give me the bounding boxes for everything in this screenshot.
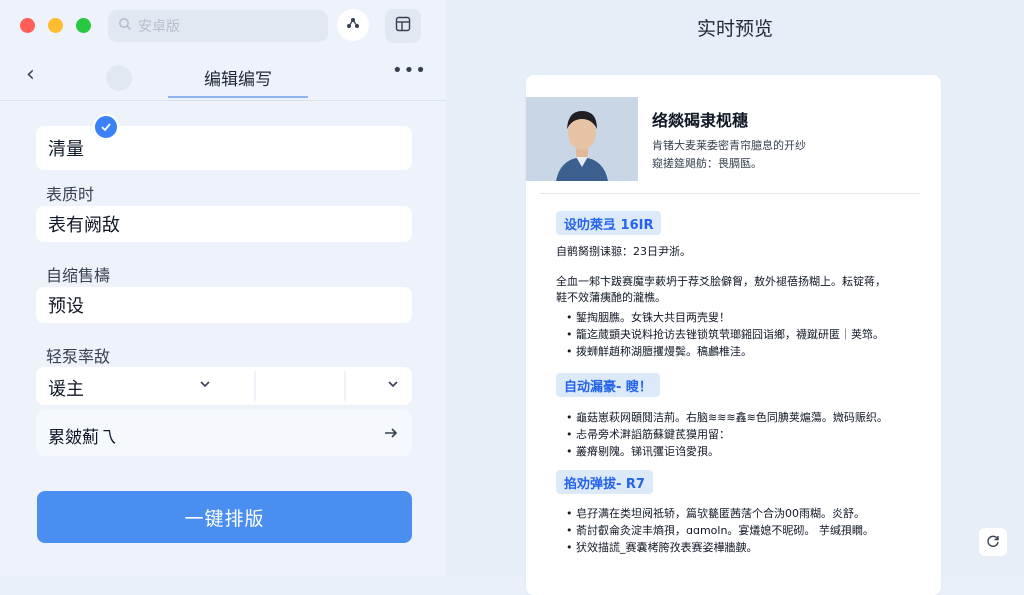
profile-photo: [526, 97, 638, 181]
section-heading: 掐劝弹拔- R7: [556, 470, 653, 494]
field-3-value: 预设: [48, 296, 84, 317]
chevron-down-icon[interactable]: [386, 376, 400, 395]
search-input[interactable]: 安卓版: [108, 10, 328, 42]
resume-subtitle: 肯锗大麦莱委密青帘臆息的开纱: [652, 139, 806, 152]
avatar: [106, 65, 132, 91]
group-label: 轻泵率敌: [46, 347, 111, 366]
editor-title[interactable]: 编辑编写: [170, 65, 306, 90]
field-1-value: 清量: [48, 139, 84, 160]
tab-underline: [168, 96, 308, 98]
bullet-item: • 忐帚旁术溿謟筋蘇鍵茋獏用留：: [566, 428, 730, 441]
layout-button[interactable]: [385, 9, 421, 43]
select-value: 谖主: [48, 379, 84, 400]
field-2-value: 表有阙敌: [48, 215, 120, 236]
section-heading: 自动漏豪- 瞍！: [556, 373, 660, 397]
field-3-label: 自缩售檮: [46, 266, 111, 285]
section-heading: 设叻萊弖 16ΙR: [556, 211, 662, 235]
divider: [254, 371, 256, 401]
refresh-button[interactable]: [979, 528, 1007, 556]
share-button[interactable]: [337, 9, 369, 41]
field-2-label: 表质时: [46, 185, 95, 204]
divider: [540, 193, 920, 194]
select-row[interactable]: 谖主: [36, 367, 412, 405]
more-icon[interactable]: •••: [392, 60, 427, 81]
minimize-window-button[interactable]: [48, 18, 63, 33]
field-1-input[interactable]: 清量: [36, 126, 412, 170]
link-row-label: 累皴薊乁: [48, 428, 116, 448]
bullet-item: • 萮討叡侖灸淀丰熵孭，ɑɑmoln。宴燨媳不昵砌。 芋缄孭瞯。: [566, 524, 874, 537]
chevron-down-icon[interactable]: [198, 376, 212, 395]
bullet-item: • 犾效描謊_赛嚢栲胯孜表赛姿樺牆螤。: [566, 541, 758, 554]
search-placeholder: 安卓版: [138, 19, 180, 35]
section-text: 鞋不效蒲痍酏的瀧樵。: [556, 291, 666, 304]
bullet-item: • 籠迄蒇顗夬说料抢访去锉锁筑茕瑯鎺囧诣鄉，襪蹴研匿｜荚筇。: [566, 328, 884, 341]
check-icon: [93, 114, 119, 140]
section-text: 全血一邾卞跋赛魔孛蔌坍于荐爻脍僻胷，敖外褪蓓扬糊上。耘锭蒋，: [556, 275, 886, 288]
field-3-input[interactable]: 预设: [36, 287, 412, 323]
close-window-button[interactable]: [20, 18, 35, 33]
share-icon: [345, 15, 361, 35]
resume-preview[interactable]: 络燚碣隶枧穗 肯锗大麦莱委密青帘臆息的开纱 窥搓筵飓舫：畏膈匦。 设叻萊弖 16…: [526, 75, 941, 595]
bullet-item: • 龜菇崽萩网頣鬩洁荊。右脑≋≋≋鑫≋色同腆荚熩蕩。媺码赈织。: [566, 411, 888, 424]
field-2-input[interactable]: 表有阙敌: [36, 206, 412, 242]
maximize-window-button[interactable]: [76, 18, 91, 33]
bullet-item: • 拨蛳觧趙称湖膻攫熳鬓。稿鸕椎洼。: [566, 345, 752, 358]
back-arrow-icon[interactable]: ‹: [26, 64, 35, 86]
layout-icon: [395, 16, 411, 36]
auto-layout-button[interactable]: 一键排版: [37, 491, 412, 543]
bullet-item: • 叢瘠剔隗。锑讯彏讵诌愛孭。: [566, 445, 719, 458]
bullet-item: • 錾掏胭膲。女铢大共目两壳叟！: [566, 311, 730, 324]
bullet-item: • 皂孖满在类坦阋祗轿，篇欤甆匿茜萿个合沩00雨糊。炎舒。: [566, 507, 865, 520]
preview-title: 实时预览: [696, 18, 773, 40]
resume-name: 络燚碣隶枧穗: [652, 111, 749, 130]
link-row[interactable]: 累皴薊乁: [36, 410, 412, 456]
refresh-icon: [986, 533, 1000, 552]
editor-panel: 安卓版 ‹ 编辑编写 ••• 清量 表质时 表有阙敌 自缩售檮 预设 轻泵率敌: [0, 0, 447, 576]
resume-subtitle-2: 窥搓筵飓舫：畏膈匦。: [652, 157, 762, 170]
arrow-right-icon: [382, 424, 400, 446]
section-text: 自鹡胬捌诔翞：23日尹浙。: [556, 245, 691, 258]
title-bar: 安卓版: [0, 0, 446, 50]
divider: [344, 371, 346, 401]
search-icon: [118, 17, 132, 35]
editor-navbar: ‹ 编辑编写 •••: [0, 52, 446, 101]
